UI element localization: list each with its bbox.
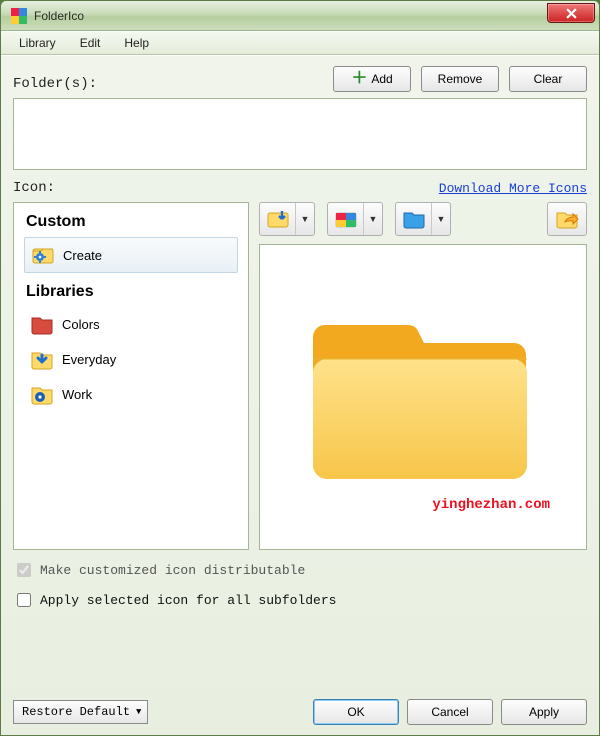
libraries-heading: Libraries <box>26 283 238 301</box>
cancel-button[interactable]: Cancel <box>407 699 493 725</box>
sidebar-item-work[interactable]: Work <box>24 377 238 411</box>
restore-default-combo[interactable]: Restore Default ▼ <box>13 700 148 724</box>
dropdown-arrow-icon[interactable]: ▼ <box>364 203 382 235</box>
distributable-checkbox-row: Make customized icon distributable <box>13 560 587 580</box>
ok-button-label: OK <box>347 705 364 719</box>
blue-folder-icon <box>402 209 426 229</box>
menu-edit[interactable]: Edit <box>68 33 113 53</box>
share-folder-icon <box>555 209 579 229</box>
sidebar-item-everyday[interactable]: Everyday <box>24 342 238 376</box>
subfolders-label: Apply selected icon for all subfolders <box>40 593 336 608</box>
gear-blue-folder-icon <box>30 382 54 406</box>
import-icon-button[interactable]: ▼ <box>259 202 315 236</box>
app-icon <box>11 8 27 24</box>
sidebar-item-colors[interactable]: Colors <box>24 307 238 341</box>
dropdown-arrow-icon[interactable]: ▼ <box>296 203 314 235</box>
export-icon-button[interactable] <box>547 202 587 236</box>
chevron-down-icon: ▼ <box>136 707 141 717</box>
cancel-button-label: Cancel <box>431 705 468 719</box>
plus-icon: ＋ <box>351 71 367 87</box>
remove-button-label: Remove <box>438 72 483 86</box>
add-button-label: Add <box>371 72 392 86</box>
apply-button-label: Apply <box>529 705 559 719</box>
remove-button[interactable]: Remove <box>421 66 499 92</box>
library-panel: Custom Create Libraries Colors <box>13 202 249 550</box>
menubar: Library Edit Help <box>1 31 599 55</box>
library-picker-button[interactable]: ▼ <box>327 202 383 236</box>
folder-style-button[interactable]: ▼ <box>395 202 451 236</box>
subfolders-checkbox-row[interactable]: Apply selected icon for all subfolders <box>13 590 587 610</box>
menu-library[interactable]: Library <box>7 33 68 53</box>
red-folder-icon <box>30 312 54 336</box>
folders-listbox[interactable] <box>13 98 587 170</box>
color-folder-icon <box>334 209 358 229</box>
add-button[interactable]: ＋ Add <box>333 66 411 92</box>
icon-toolbar: ▼ ▼ ▼ <box>259 202 587 236</box>
clear-button-label: Clear <box>534 72 563 86</box>
icon-label: Icon: <box>13 180 55 196</box>
folders-label: Folder(s): <box>13 76 97 92</box>
sidebar-item-create[interactable]: Create <box>24 237 238 273</box>
dropdown-arrow-icon[interactable]: ▼ <box>432 203 450 235</box>
subfolders-checkbox[interactable] <box>17 593 31 607</box>
download-more-icons-link[interactable]: Download More Icons <box>439 181 587 196</box>
download-folder-icon <box>30 347 54 371</box>
sidebar-item-label: Everyday <box>62 352 116 367</box>
sidebar-item-label: Work <box>62 387 92 402</box>
distributable-label: Make customized icon distributable <box>40 563 305 578</box>
clear-button[interactable]: Clear <box>509 66 587 92</box>
window-title: FolderIco <box>34 9 84 23</box>
gear-folder-icon <box>31 243 55 267</box>
folder-icon <box>303 297 543 497</box>
distributable-checkbox <box>17 563 31 577</box>
titlebar: FolderIco <box>1 1 599 31</box>
watermark-text: yinghezhan.com <box>432 497 550 513</box>
icon-preview: yinghezhan.com <box>259 244 587 550</box>
folder-down-icon <box>266 209 290 229</box>
custom-heading: Custom <box>26 213 238 231</box>
apply-button[interactable]: Apply <box>501 699 587 725</box>
sidebar-item-label: Create <box>63 248 102 263</box>
close-icon <box>566 8 577 19</box>
ok-button[interactable]: OK <box>313 699 399 725</box>
sidebar-item-label: Colors <box>62 317 100 332</box>
window-frame: FolderIco Library Edit Help Folder(s): ＋… <box>0 0 600 736</box>
close-button[interactable] <box>547 3 595 23</box>
client-area: Folder(s): ＋ Add Remove Clear Icon: Down… <box>1 55 599 735</box>
restore-default-label: Restore Default <box>22 705 130 719</box>
menu-help[interactable]: Help <box>112 33 161 53</box>
